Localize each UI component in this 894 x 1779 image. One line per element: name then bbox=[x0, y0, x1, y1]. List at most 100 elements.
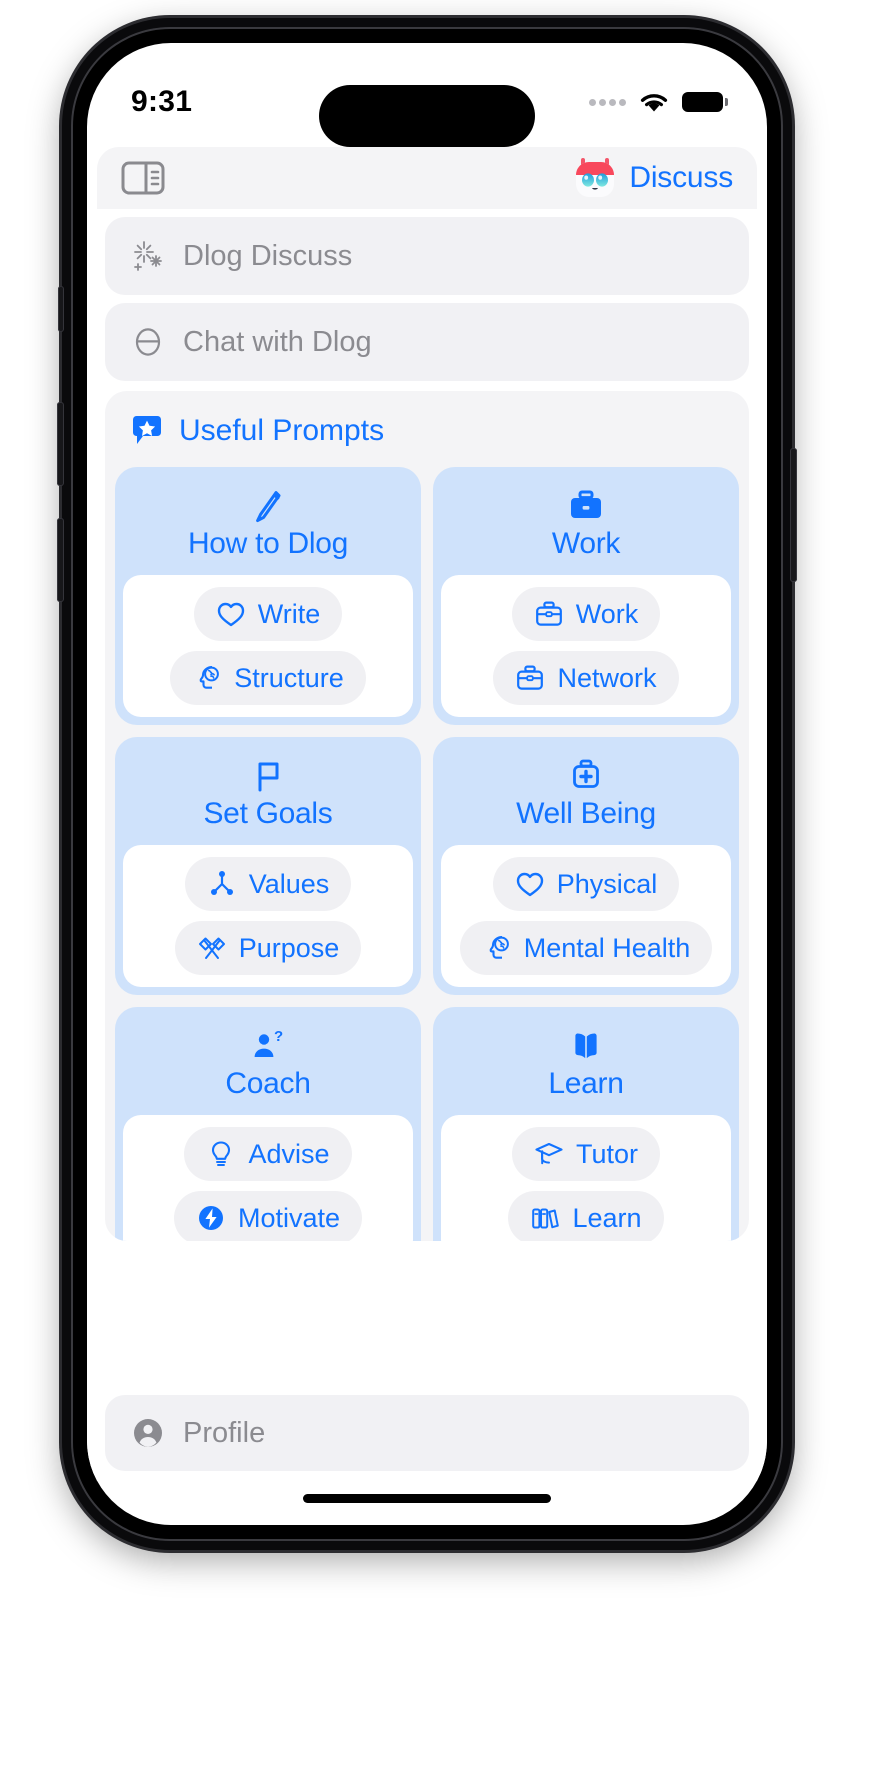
search-field[interactable]: Dlog Discuss bbox=[105, 217, 749, 295]
card-body: Work Network bbox=[441, 575, 731, 717]
chip-purpose[interactable]: Purpose bbox=[174, 921, 362, 975]
wifi-icon bbox=[637, 90, 671, 115]
phone-screen: 9:31 Discuss Dlog Discuss Chat with Dlog… bbox=[87, 43, 767, 1525]
pencil-icon bbox=[249, 487, 287, 525]
prompt-card-learn[interactable]: Learn Tutor Learn bbox=[433, 1007, 739, 1241]
useful-prompts-label: Useful Prompts bbox=[179, 414, 385, 447]
chip-label: Learn bbox=[572, 1202, 642, 1233]
useful-prompts-header: Useful Prompts bbox=[115, 401, 739, 467]
person-question-icon: ? bbox=[249, 1027, 287, 1065]
app-content: Discuss Dlog Discuss Chat with Dlog Usef… bbox=[87, 147, 767, 1441]
sidebar-toggle-icon[interactable] bbox=[121, 160, 165, 196]
card-header: Learn bbox=[441, 1015, 731, 1115]
search-placeholder: Dlog Discuss bbox=[183, 239, 353, 272]
sparkles-icon bbox=[131, 239, 165, 273]
chip-advise[interactable]: Advise bbox=[184, 1127, 352, 1181]
head-brain-icon bbox=[482, 933, 512, 963]
card-body: Advise Motivate bbox=[123, 1115, 413, 1241]
chip-learn[interactable]: Learn bbox=[508, 1191, 664, 1241]
prompt-card-coach[interactable]: ? Coach Advise Motivate bbox=[115, 1007, 421, 1241]
app-navigation-bar: Discuss bbox=[97, 147, 757, 209]
briefcase-icon bbox=[515, 663, 545, 693]
heart-icon bbox=[216, 599, 246, 629]
volume-down-button[interactable] bbox=[57, 518, 64, 602]
chip-network[interactable]: Network bbox=[493, 651, 679, 705]
chip-mental-health[interactable]: Mental Health bbox=[459, 921, 713, 975]
card-title: How to Dlog bbox=[187, 527, 349, 560]
chat-placeholder: Chat with Dlog bbox=[183, 325, 372, 358]
lightbulb-icon bbox=[206, 1139, 236, 1169]
power-button[interactable] bbox=[790, 448, 797, 582]
chip-write[interactable]: Write bbox=[193, 587, 343, 641]
crossed-flags-icon bbox=[197, 933, 227, 963]
chip-motivate[interactable]: Motivate bbox=[173, 1191, 363, 1241]
chip-physical[interactable]: Physical bbox=[492, 857, 680, 911]
chip-label: Work bbox=[575, 598, 639, 629]
card-header: How to Dlog bbox=[123, 475, 413, 575]
prompt-card-work[interactable]: Work Work Network bbox=[433, 467, 739, 725]
person-circle-icon bbox=[131, 1416, 165, 1450]
card-body: Values Purpose bbox=[123, 845, 413, 987]
card-header: Set Goals bbox=[123, 745, 413, 845]
status-time: 9:31 bbox=[131, 85, 193, 118]
chip-structure[interactable]: Structure bbox=[170, 651, 366, 705]
nav-title: Discuss bbox=[629, 161, 733, 194]
card-title: Set Goals bbox=[203, 797, 333, 830]
briefcase-filled-icon bbox=[567, 487, 605, 525]
profile-bar[interactable]: Profile bbox=[105, 1395, 749, 1471]
bolt-circle-icon bbox=[196, 1203, 226, 1233]
chip-label: Physical bbox=[556, 868, 658, 899]
card-title: Learn bbox=[548, 1067, 624, 1100]
card-header: ? Coach bbox=[123, 1015, 413, 1115]
volume-up-button[interactable] bbox=[57, 402, 64, 486]
card-title: Coach bbox=[225, 1067, 311, 1100]
books-icon bbox=[530, 1203, 560, 1233]
card-title: Well Being bbox=[516, 797, 656, 830]
chip-label: Mental Health bbox=[523, 932, 691, 963]
chip-label: Purpose bbox=[238, 932, 340, 963]
chip-label: Motivate bbox=[237, 1202, 341, 1233]
hierarchy-node-icon bbox=[207, 869, 237, 899]
dynamic-island bbox=[319, 85, 535, 147]
card-body: Physical Mental Health bbox=[441, 845, 731, 987]
head-brain-icon bbox=[192, 663, 222, 693]
nav-right-group[interactable]: Discuss bbox=[572, 155, 733, 201]
prompt-cards-grid: How to Dlog Write Structure Work Work Ne… bbox=[115, 467, 739, 1241]
status-indicators bbox=[589, 90, 728, 115]
card-title: Work bbox=[551, 527, 621, 560]
star-bubble-icon bbox=[129, 413, 165, 449]
chip-work[interactable]: Work bbox=[511, 587, 661, 641]
prompt-card-how-to-dlog[interactable]: How to Dlog Write Structure bbox=[115, 467, 421, 725]
heart-icon bbox=[515, 869, 545, 899]
chip-label: Structure bbox=[234, 662, 344, 693]
prompt-card-well-being[interactable]: Well Being Physical Mental Health bbox=[433, 737, 739, 995]
prompt-card-set-goals[interactable]: Set Goals Values Purpose bbox=[115, 737, 421, 995]
card-header: Work bbox=[441, 475, 731, 575]
chip-label: Network bbox=[557, 662, 657, 693]
briefcase-icon bbox=[534, 599, 564, 629]
card-body: Write Structure bbox=[123, 575, 413, 717]
cellular-dots-icon bbox=[589, 98, 626, 106]
screenshot-root: 9:31 Discuss Dlog Discuss Chat with Dlog… bbox=[0, 0, 894, 1779]
battery-full-icon bbox=[682, 92, 728, 112]
profile-bar-container: Profile bbox=[87, 1371, 767, 1481]
card-header: Well Being bbox=[441, 745, 731, 845]
chip-label: Tutor bbox=[575, 1138, 638, 1169]
open-book-icon bbox=[567, 1027, 605, 1065]
silent-switch[interactable] bbox=[58, 286, 64, 332]
useful-prompts-panel: Useful Prompts How to Dlog Write Structu… bbox=[105, 391, 749, 1241]
chip-label: Advise bbox=[248, 1138, 330, 1169]
chat-bubble-icon bbox=[131, 325, 165, 359]
graduation-cap-icon bbox=[534, 1139, 564, 1169]
svg-text:?: ? bbox=[274, 1028, 283, 1045]
chip-tutor[interactable]: Tutor bbox=[511, 1127, 660, 1181]
dlog-robot-avatar[interactable] bbox=[572, 155, 618, 201]
profile-label: Profile bbox=[183, 1416, 266, 1449]
chip-label: Values bbox=[248, 868, 330, 899]
chip-values[interactable]: Values bbox=[184, 857, 352, 911]
flag-icon bbox=[249, 757, 287, 795]
card-body: Tutor Learn bbox=[441, 1115, 731, 1241]
chat-field[interactable]: Chat with Dlog bbox=[105, 303, 749, 381]
home-indicator bbox=[303, 1494, 551, 1503]
medical-kit-icon bbox=[567, 757, 605, 795]
